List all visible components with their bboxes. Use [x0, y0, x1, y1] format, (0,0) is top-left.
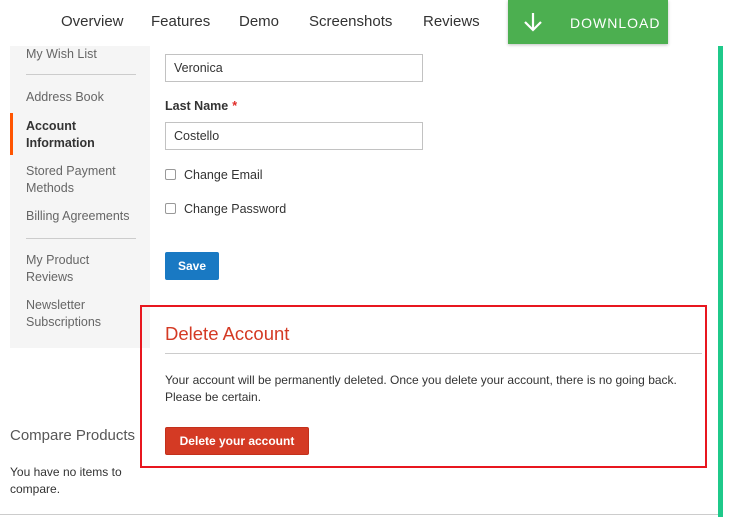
- required-marker: *: [232, 99, 238, 113]
- sidebar-item-account-information[interactable]: Account Information: [26, 118, 126, 152]
- change-password-checkbox[interactable]: Change Password: [165, 202, 286, 216]
- download-label: DOWNLOAD: [570, 15, 661, 31]
- scroll-accent-bar: [718, 46, 723, 517]
- nav-link-features[interactable]: Features: [151, 13, 210, 30]
- nav-link-demo[interactable]: Demo: [239, 13, 279, 30]
- delete-account-title: Delete Account: [165, 323, 290, 344]
- sidebar-active-indicator: [10, 113, 13, 155]
- nav-link-overview[interactable]: Overview: [61, 13, 124, 30]
- bottom-divider: [0, 514, 718, 515]
- sidebar-item-billing-agreements[interactable]: Billing Agreements: [26, 208, 146, 225]
- sidebar-item-address-book[interactable]: Address Book: [26, 89, 146, 106]
- change-email-label: Change Email: [184, 168, 263, 182]
- checkbox-box[interactable]: [165, 169, 176, 180]
- first-name-input[interactable]: [165, 54, 423, 82]
- checkbox-box[interactable]: [165, 203, 176, 214]
- delete-account-section: Delete Account Your account will be perm…: [140, 305, 707, 468]
- delete-account-message: Your account will be permanently deleted…: [165, 373, 677, 404]
- account-sidebar: My Wish List Address Book Account Inform…: [10, 36, 150, 348]
- last-name-label: Last Name *: [165, 99, 237, 113]
- nav-link-reviews[interactable]: Reviews: [423, 13, 480, 30]
- delete-account-button[interactable]: Delete your account: [165, 427, 309, 455]
- sidebar-divider: [26, 238, 136, 239]
- sidebar-item-product-reviews[interactable]: My Product Reviews: [26, 252, 126, 286]
- delete-account-divider: [165, 353, 702, 354]
- sidebar-divider: [26, 74, 136, 75]
- download-button[interactable]: DOWNLOAD: [508, 0, 668, 44]
- save-button[interactable]: Save: [165, 252, 219, 280]
- sidebar-item-wish-list[interactable]: My Wish List: [26, 46, 146, 63]
- last-name-input[interactable]: [165, 122, 423, 150]
- last-name-label-text: Last Name: [165, 99, 229, 113]
- sidebar-item-newsletter[interactable]: Newsletter Subscriptions: [26, 297, 126, 331]
- sidebar-item-stored-payment-methods[interactable]: Stored Payment Methods: [26, 163, 126, 197]
- compare-products-title: Compare Products: [10, 427, 136, 444]
- compare-products-empty-text: You have no items to compare.: [10, 465, 122, 496]
- nav-link-screenshots[interactable]: Screenshots: [309, 13, 392, 30]
- change-password-label: Change Password: [184, 202, 287, 216]
- top-navigation: Overview Features Demo Screenshots Revie…: [0, 0, 729, 46]
- arrow-down-icon: [524, 13, 542, 32]
- change-email-checkbox[interactable]: Change Email: [165, 168, 263, 182]
